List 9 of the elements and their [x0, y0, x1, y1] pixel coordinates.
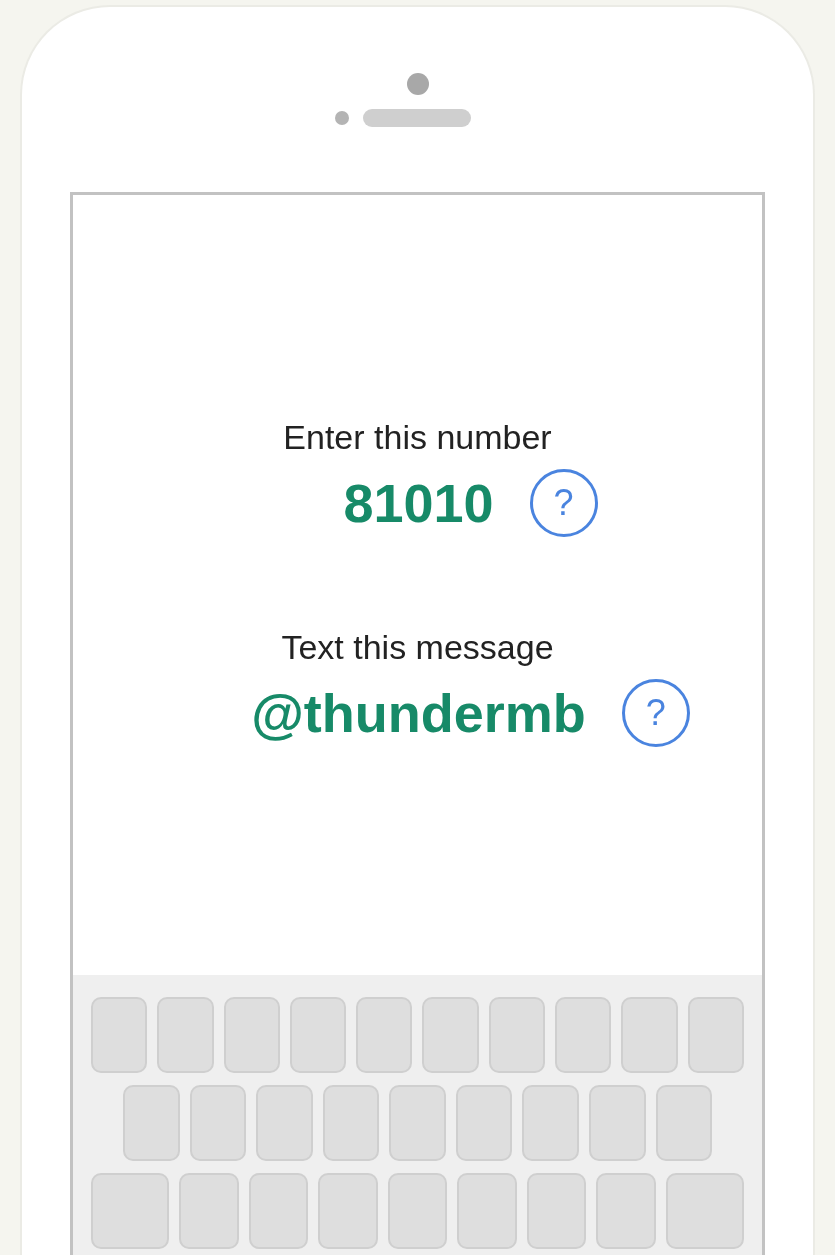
help-button[interactable]: ? [621, 679, 690, 747]
sensor-icon [334, 111, 349, 125]
speaker-icon [362, 109, 471, 127]
instruction-label: Text this message [281, 627, 554, 667]
camera-icon [406, 73, 429, 95]
code-value: 81010 [343, 472, 494, 535]
code-value: @thundermb [251, 682, 586, 745]
help-button[interactable]: ? [529, 469, 598, 537]
instruction-label: Enter this number [283, 417, 552, 457]
